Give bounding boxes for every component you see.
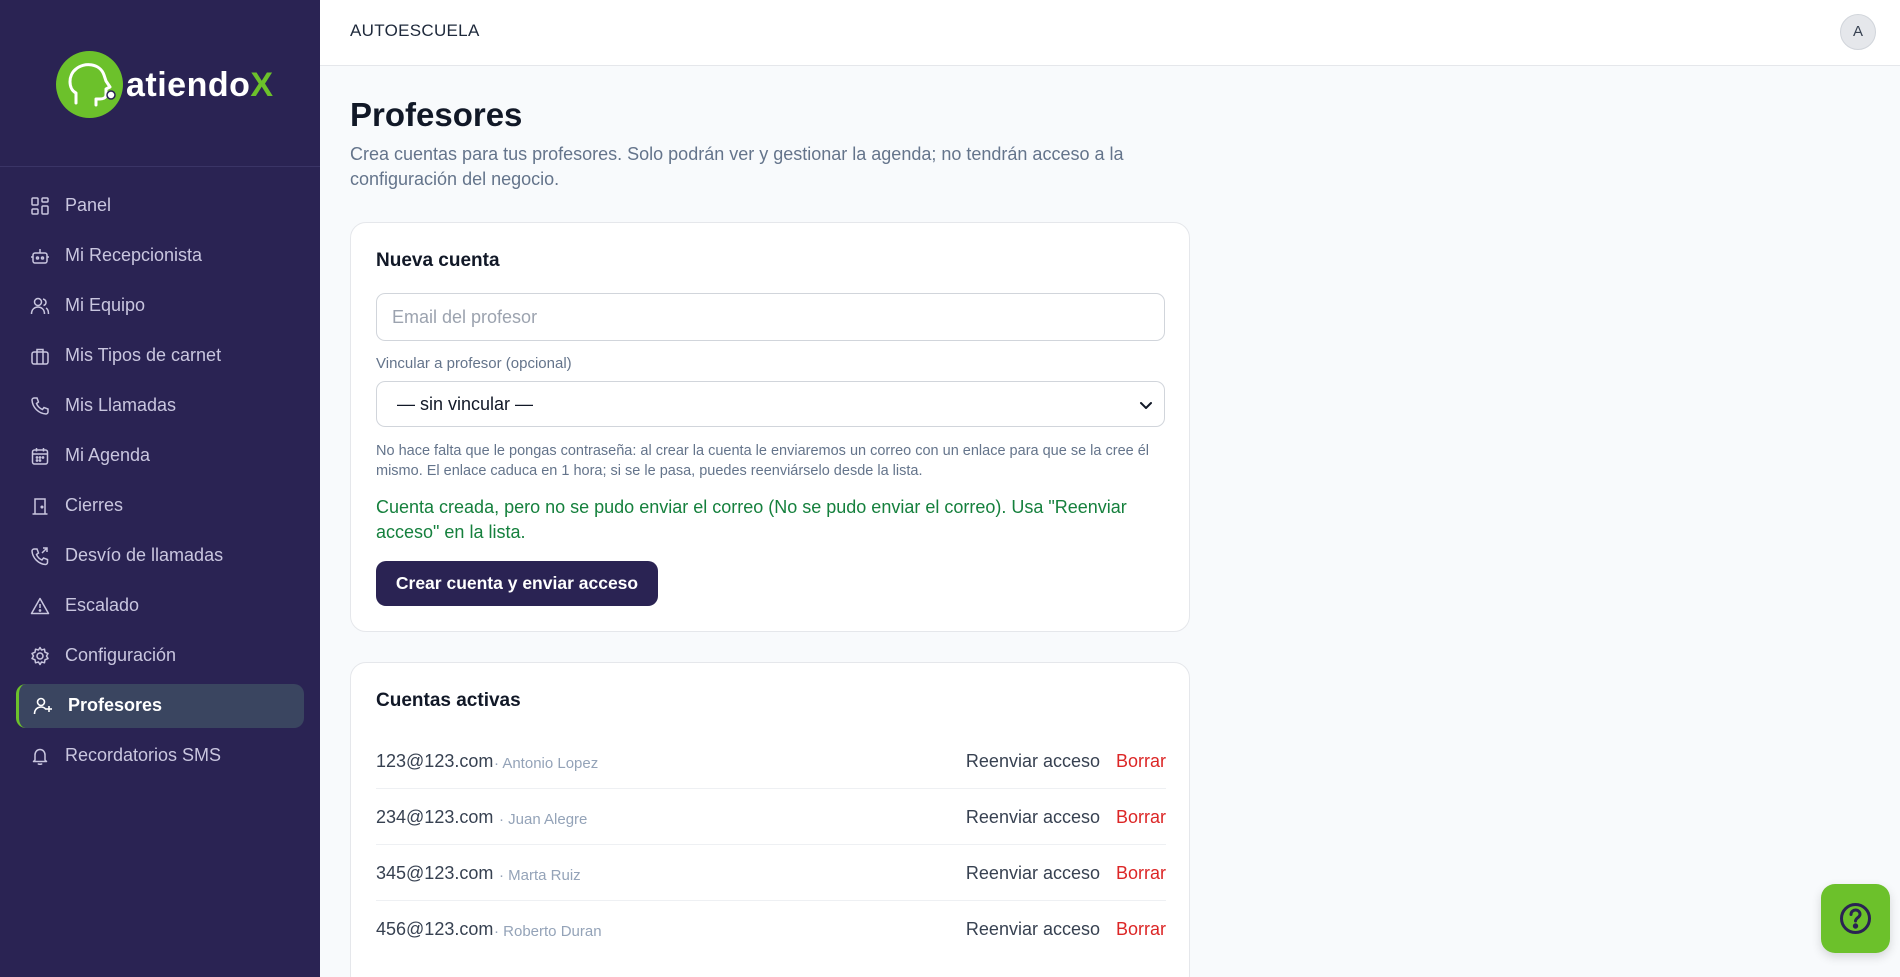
logo-text: atiendoX	[126, 66, 274, 104]
sidebar-item-escalado[interactable]: Escalado	[16, 584, 304, 628]
logo[interactable]: atiendoX	[0, 0, 320, 167]
resend-access-link[interactable]: Reenviar acceso	[966, 919, 1100, 940]
sidebar-item-label: Mi Agenda	[65, 445, 151, 465]
bell-icon	[32, 748, 48, 765]
account-email: 234@123.com	[376, 807, 494, 827]
users-icon	[30, 297, 50, 315]
resend-access-link[interactable]: Reenviar acceso	[966, 751, 1100, 772]
card-title: Nueva cuenta	[376, 250, 500, 271]
phone-icon	[31, 397, 49, 415]
avatar[interactable]: A	[1840, 14, 1876, 50]
top-bar: AUTOESCUELA A	[320, 0, 1900, 66]
sidebar-item-panel[interactable]: Panel	[16, 184, 304, 228]
email-field[interactable]	[376, 293, 1165, 341]
robot-icon	[31, 249, 49, 264]
account-email: 456@123.com	[376, 919, 494, 939]
active-accounts-card: Cuentas activas 123@123.com · Antonio Lo…	[350, 662, 1190, 977]
help-button[interactable]	[1821, 884, 1890, 953]
chevron-down-icon	[1140, 402, 1152, 409]
resend-access-link[interactable]: Reenviar acceso	[966, 807, 1100, 828]
status-message: Cuenta creada, pero no se pudo enviar el…	[376, 497, 1127, 542]
sidebar-item-label: Desvío de llamadas	[65, 545, 224, 565]
account-email: 345@123.com	[376, 863, 494, 883]
list-item: 234@123.com · Juan Alegre Reenviar acces…	[376, 789, 1166, 845]
calendar-icon	[31, 448, 49, 465]
sidebar-item-mi-agenda[interactable]: Mi Agenda	[16, 434, 304, 478]
account-teacher-name: · Marta Ruiz	[499, 867, 581, 884]
sidebar-item-profesores[interactable]: Profesores	[16, 684, 304, 728]
list-item: 123@123.com · Antonio Lopez Reenviar acc…	[376, 733, 1166, 789]
sidebar-item-mi-recepcionista[interactable]: Mi Recepcionista	[16, 234, 304, 278]
sidebar-item-label: Configuración	[65, 645, 177, 665]
sidebar-item-configuracion[interactable]: Configuración	[16, 634, 304, 678]
resend-access-link[interactable]: Reenviar acceso	[966, 863, 1100, 884]
select-value: — sin vincular —	[397, 394, 534, 414]
link-teacher-label: Vincular a profesor (opcional)	[376, 355, 572, 372]
delete-link[interactable]: Borrar	[1116, 807, 1166, 828]
sidebar-item-mi-equipo[interactable]: Mi Equipo	[16, 284, 304, 328]
sidebar-item-label: Profesores	[68, 695, 163, 715]
create-account-button[interactable]: Crear cuenta y enviar acceso	[376, 561, 658, 606]
delete-link[interactable]: Borrar	[1116, 863, 1166, 884]
sidebar-item-label: Escalado	[65, 595, 140, 615]
sidebar-item-label: Panel	[65, 195, 112, 215]
door-icon	[32, 498, 48, 515]
sidebar-item-mis-llamadas[interactable]: Mis Llamadas	[16, 384, 304, 428]
page-title: Profesores	[350, 96, 523, 133]
logo-head-icon	[56, 51, 123, 118]
help-icon	[1840, 903, 1871, 934]
sidebar-item-recordatorios-sms[interactable]: Recordatorios SMS	[16, 734, 304, 778]
page-description: Crea cuentas para tus profesores. Solo p…	[350, 144, 1124, 189]
user-plus-icon	[33, 697, 52, 715]
warning-icon	[30, 597, 50, 615]
dashboard-icon	[31, 197, 49, 215]
business-name: AUTOESCUELA	[350, 21, 480, 40]
sidebar: atiendoX Panel Mi Recepcionista Mi Equip…	[0, 0, 320, 977]
sidebar-item-cierres[interactable]: Cierres	[16, 484, 304, 528]
briefcase-icon	[31, 348, 49, 365]
sidebar-item-label: Mi Equipo	[65, 295, 146, 315]
list-item: 345@123.com · Marta Ruiz Reenviar acceso…	[376, 845, 1166, 901]
gear-icon	[31, 646, 49, 666]
password-hint: No hace falta que le pongas contraseña: …	[376, 443, 1150, 479]
sidebar-item-label: Cierres	[65, 495, 124, 515]
phone-forward-icon	[31, 547, 49, 566]
account-teacher-name: · Antonio Lopez	[494, 755, 599, 772]
card-title: Cuentas activas	[376, 690, 521, 711]
account-teacher-name: · Roberto Duran	[494, 923, 602, 940]
delete-link[interactable]: Borrar	[1116, 751, 1166, 772]
sidebar-item-mis-tipos-de-carnet[interactable]: Mis Tipos de carnet	[16, 334, 304, 378]
sidebar-item-label: Mis Tipos de carnet	[65, 345, 222, 365]
delete-link[interactable]: Borrar	[1116, 919, 1166, 940]
sidebar-item-label: Mi Recepcionista	[65, 245, 203, 265]
list-item: 456@123.com · Roberto Duran Reenviar acc…	[376, 901, 1166, 957]
account-teacher-name: · Juan Alegre	[499, 811, 588, 828]
sidebar-item-label: Mis Llamadas	[65, 395, 177, 415]
sidebar-item-desvio-de-llamadas[interactable]: Desvío de llamadas	[16, 534, 304, 578]
new-account-card: Nueva cuenta Vincular a profesor (opcion…	[350, 222, 1190, 632]
link-teacher-select[interactable]: — sin vincular —	[376, 381, 1165, 427]
sidebar-item-label: Recordatorios SMS	[65, 745, 222, 765]
account-email: 123@123.com	[376, 751, 494, 771]
